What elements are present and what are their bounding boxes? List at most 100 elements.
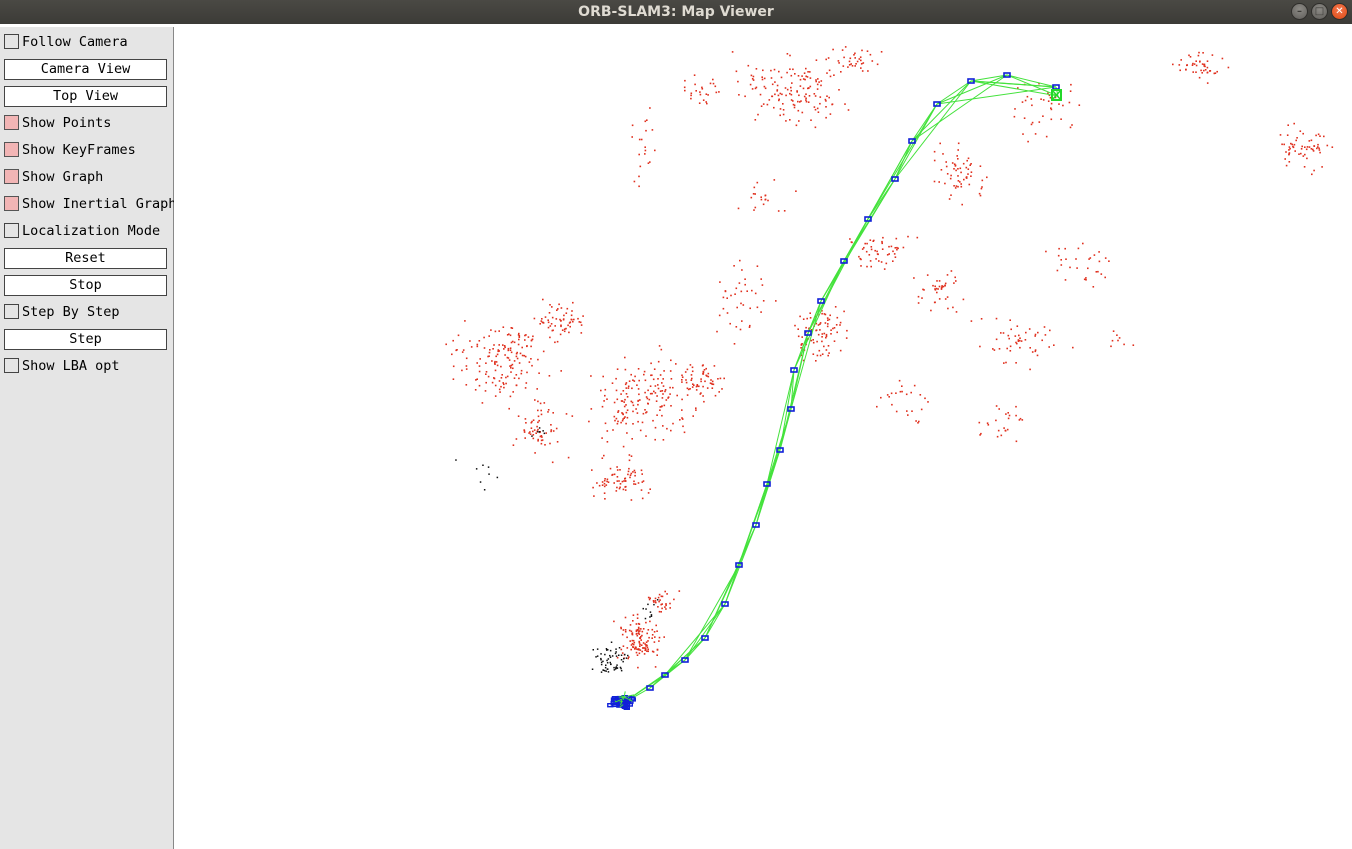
map-point [826,95,828,97]
map-point [861,248,864,250]
close-icon[interactable]: ✕ [1331,3,1348,20]
map-point [604,394,606,397]
follow-camera-checkbox[interactable] [4,34,19,49]
map-point [481,402,484,404]
show-inertial-graph-row[interactable]: Show Inertial Graph [0,194,176,216]
map-point [920,408,923,411]
map-point [631,438,633,440]
map-point [494,362,496,364]
map-point [815,360,817,362]
map-point [946,173,949,175]
map-point [713,365,716,367]
maximize-icon[interactable]: □ [1311,3,1328,20]
stop-row: Stop [0,274,173,296]
show-points-checkbox[interactable] [4,115,19,130]
reference-point [647,603,649,606]
map-point [496,353,499,356]
map-point [1098,251,1100,253]
reference-point [496,476,499,479]
map-point [910,391,912,394]
map-point [738,94,740,96]
map-point [645,621,647,624]
camera-view-button[interactable]: Camera View [4,59,167,80]
map-point [551,329,554,332]
show-graph-row[interactable]: Show Graph [0,167,173,189]
map-point [530,345,532,348]
map-point [601,484,604,486]
map-point [1311,173,1313,176]
map-view[interactable] [174,27,1352,849]
map-point [603,492,606,494]
map-point [571,310,573,312]
map-point [562,318,565,320]
map-point [683,86,686,89]
map-point [1013,115,1016,118]
map-point [773,179,776,181]
map-point [493,377,496,380]
map-point [537,409,539,412]
map-point [939,142,941,145]
show-keyframes-row[interactable]: Show KeyFrames [0,140,173,162]
map-point [773,68,776,71]
show-keyframes-checkbox[interactable] [4,142,19,157]
map-point [942,153,944,155]
minimize-icon[interactable]: – [1291,3,1308,20]
map-point [563,314,565,317]
reset-button[interactable]: Reset [4,248,167,269]
map-point [601,437,603,439]
map-point [1031,121,1034,124]
map-point [818,349,821,352]
follow-camera-row[interactable]: Follow Camera [0,32,173,54]
map-point [510,327,513,329]
map-point [616,476,619,478]
step-button[interactable]: Step [4,329,167,350]
map-point [1203,69,1205,72]
map-point [1317,146,1319,148]
map-point [948,198,951,200]
map-point [921,297,923,299]
map-point [698,102,701,104]
localization-mode-checkbox[interactable] [4,223,19,238]
map-point [640,628,642,630]
show-graph-checkbox[interactable] [4,169,19,184]
show-lba-opt-row[interactable]: Show LBA opt [0,356,173,378]
reset-row: Reset [0,247,173,269]
map-point [876,253,879,255]
map-point [734,293,736,295]
show-points-row[interactable]: Show Points [0,113,173,135]
show-inertial-graph-checkbox[interactable] [4,196,19,211]
map-point [465,384,468,386]
map-point [622,629,625,631]
show-lba-opt-checkbox[interactable] [4,358,19,373]
stop-button[interactable]: Stop [4,275,167,296]
map-point [540,413,543,416]
map-point [532,437,535,440]
top-view-button[interactable]: Top View [4,86,167,107]
map-point [1030,123,1033,126]
map-point [778,70,780,73]
map-point [794,324,796,327]
map-point [616,486,618,489]
map-point [524,355,527,358]
map-point [1019,417,1022,420]
localization-mode-row[interactable]: Localization Mode [0,221,173,243]
map-point [632,643,635,646]
map-point [954,165,957,167]
map-point [714,85,717,88]
map-point [780,76,783,79]
map-point [1188,54,1190,57]
map-viewer-canvas[interactable] [174,27,1352,849]
map-point [1206,66,1209,69]
map-point [681,379,683,381]
map-point [1100,273,1103,275]
map-point [1312,150,1315,152]
map-point [950,194,952,196]
map-point [953,185,955,187]
map-point [1318,149,1321,151]
map-point [970,171,973,173]
map-point [632,614,635,616]
map-point [523,429,526,432]
step-by-step-checkbox[interactable] [4,304,19,319]
step-by-step-row[interactable]: Step By Step [0,302,173,324]
map-point [656,654,658,656]
